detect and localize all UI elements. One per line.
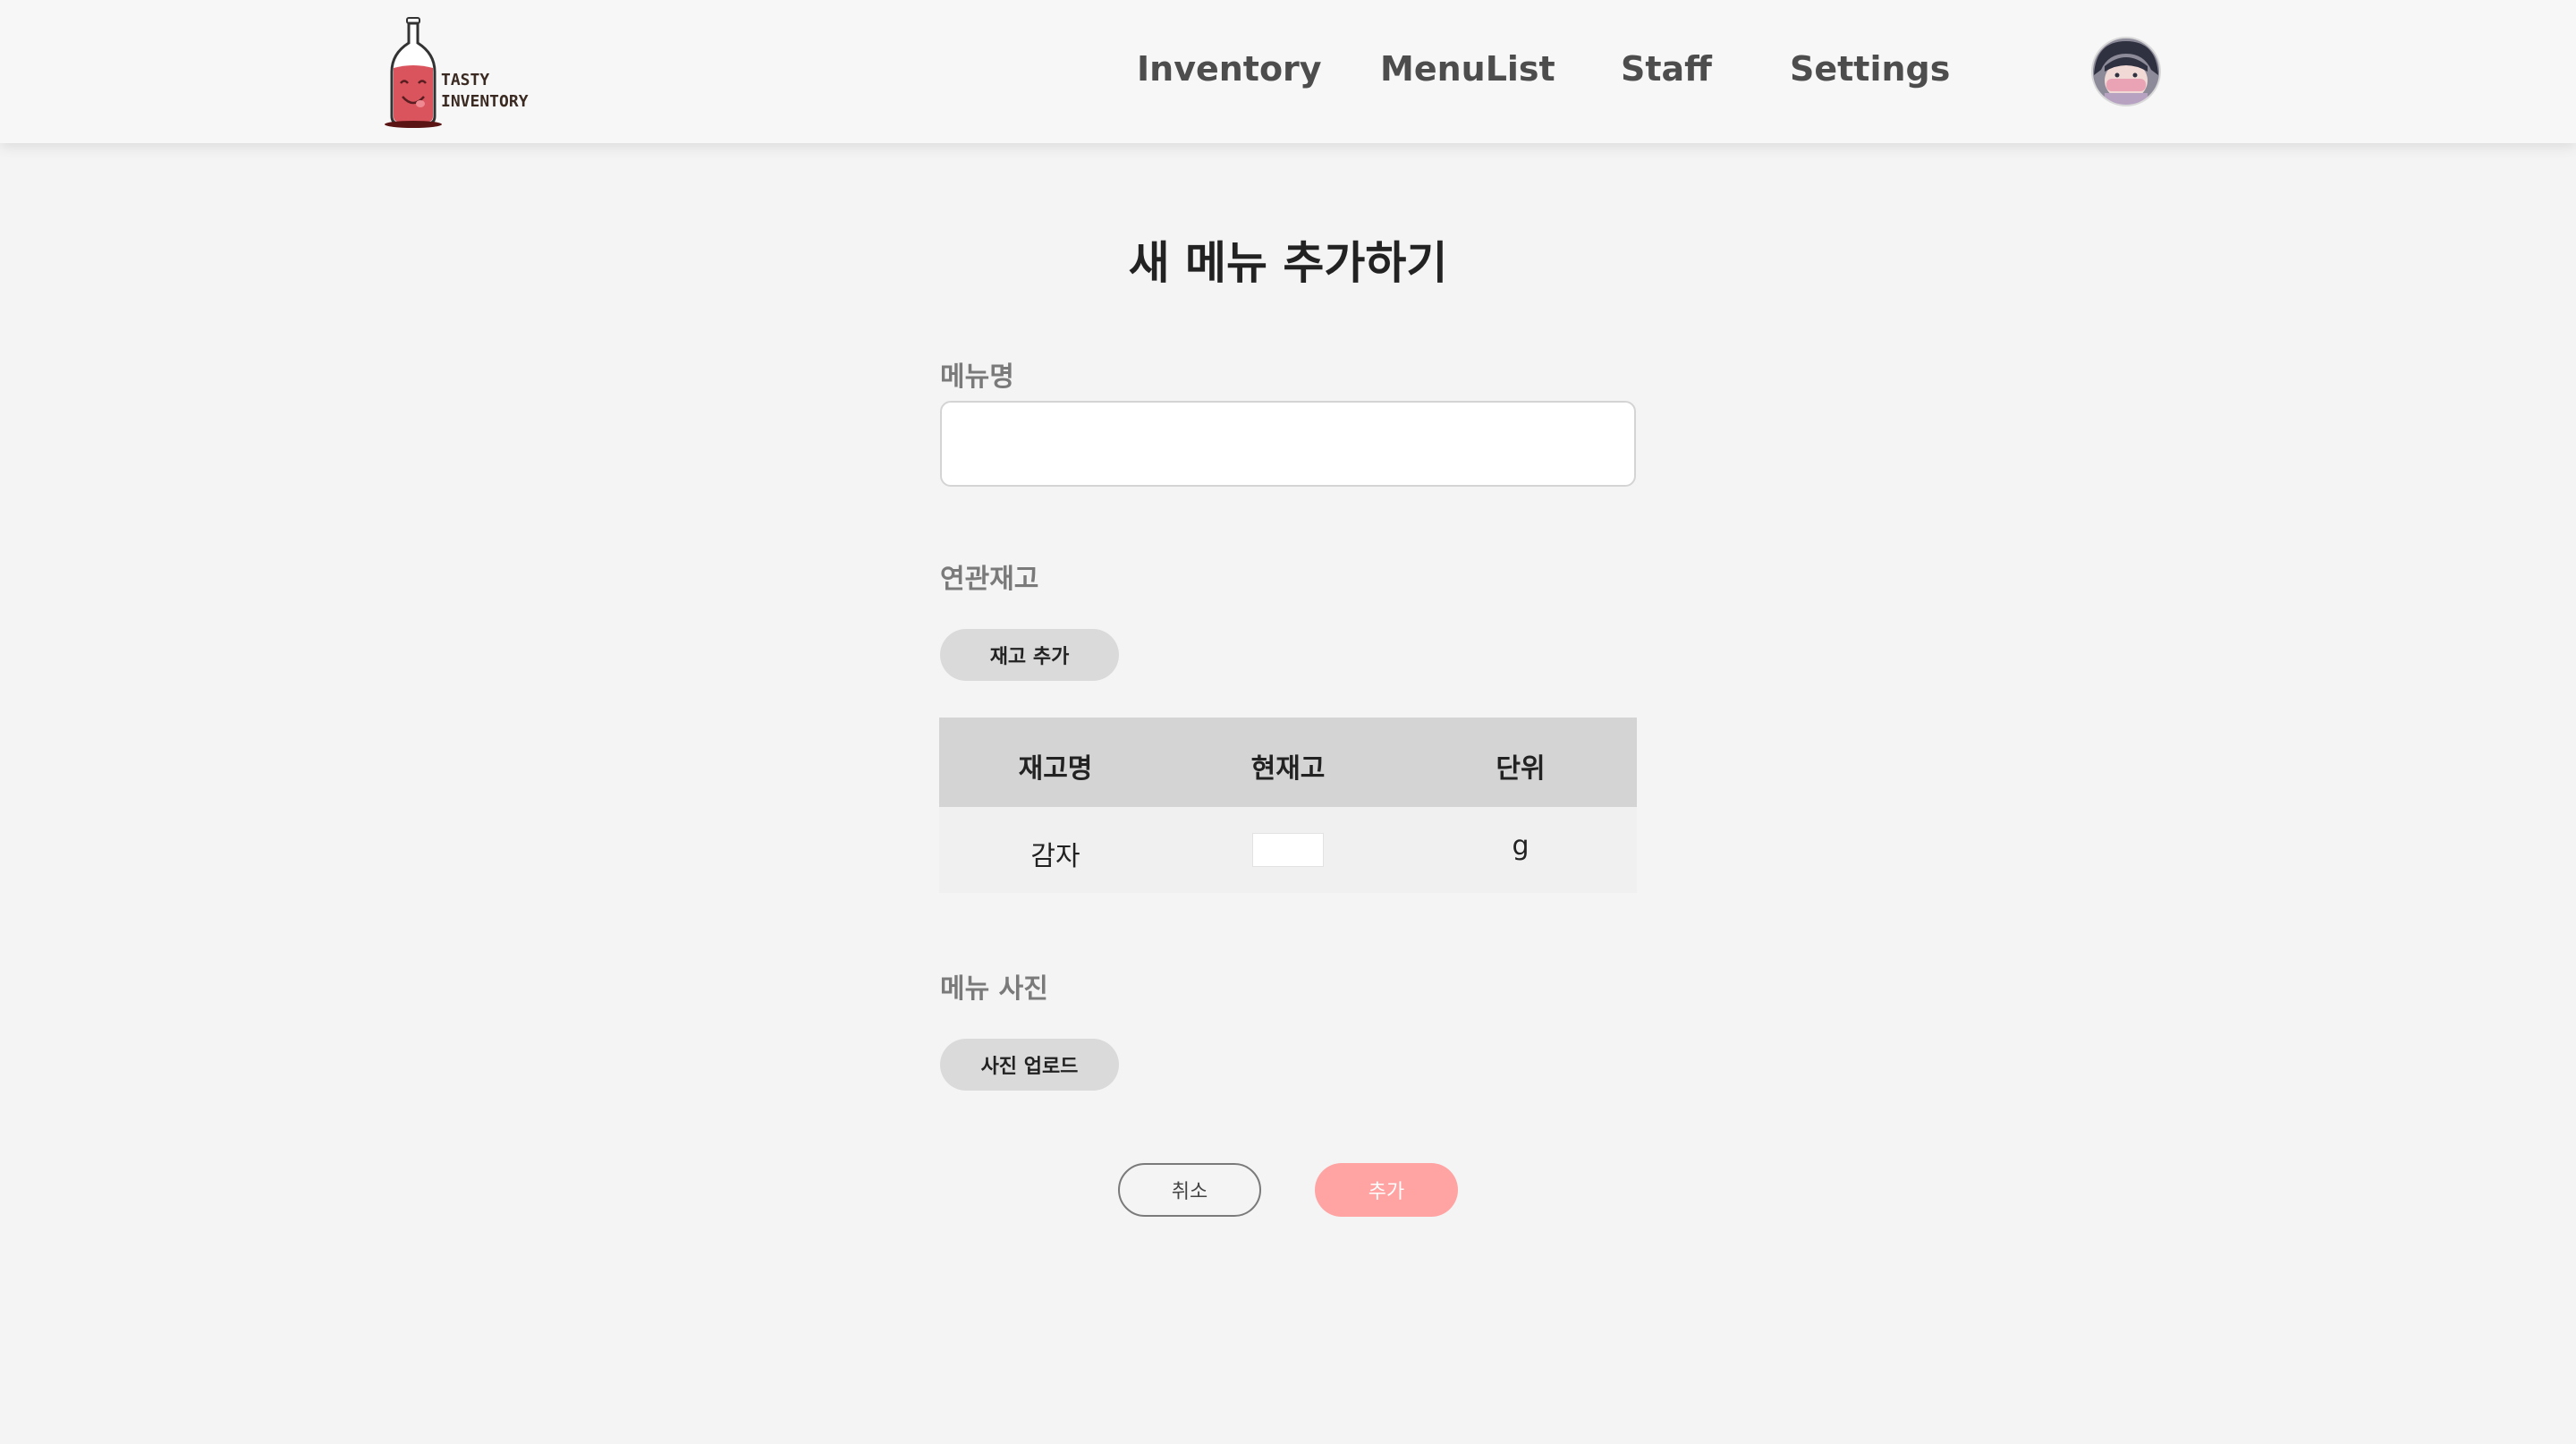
page-title: 새 메뉴 추가하기 bbox=[1128, 237, 1448, 289]
nav-settings[interactable]: Settings bbox=[1790, 49, 1950, 89]
user-avatar[interactable] bbox=[2090, 36, 2162, 107]
menu-name-input[interactable] bbox=[940, 401, 1636, 487]
nav-menulist[interactable]: MenuList bbox=[1380, 49, 1555, 89]
brand-line-2: INVENTORY bbox=[441, 92, 529, 111]
brand-line-1: TASTY bbox=[441, 71, 490, 89]
stock-table: 재고명 현재고 단위 감자 g bbox=[939, 718, 1637, 893]
upload-photo-button[interactable]: 사진 업로드 bbox=[940, 1039, 1119, 1091]
brand-wordmark: TASTY INVENTORY bbox=[441, 70, 529, 113]
nav-staff[interactable]: Staff bbox=[1621, 49, 1712, 89]
table-row: 감자 g bbox=[939, 807, 1637, 893]
add-menu-submit-button[interactable]: 추가 bbox=[1315, 1163, 1458, 1217]
cancel-button[interactable]: 취소 bbox=[1118, 1163, 1261, 1217]
add-stock-button[interactable]: 재고 추가 bbox=[940, 629, 1119, 681]
column-header-stock-name: 재고명 bbox=[1018, 753, 1093, 785]
top-navbar: TASTY INVENTORY Inventory MenuList Staff… bbox=[0, 0, 2576, 143]
stock-name-cell: 감자 bbox=[1030, 841, 1080, 872]
column-header-current-stock: 현재고 bbox=[1250, 753, 1326, 785]
column-header-unit: 단위 bbox=[1496, 753, 1546, 785]
nav-inventory[interactable]: Inventory bbox=[1137, 49, 1322, 89]
unit-cell: g bbox=[1512, 830, 1530, 862]
menu-name-label: 메뉴명 bbox=[940, 361, 1014, 393]
menu-photo-label: 메뉴 사진 bbox=[940, 973, 1048, 1005]
current-stock-input[interactable] bbox=[1252, 833, 1324, 867]
table-header-row: 재고명 현재고 단위 bbox=[939, 718, 1637, 807]
related-stock-label: 연관재고 bbox=[940, 564, 1039, 595]
